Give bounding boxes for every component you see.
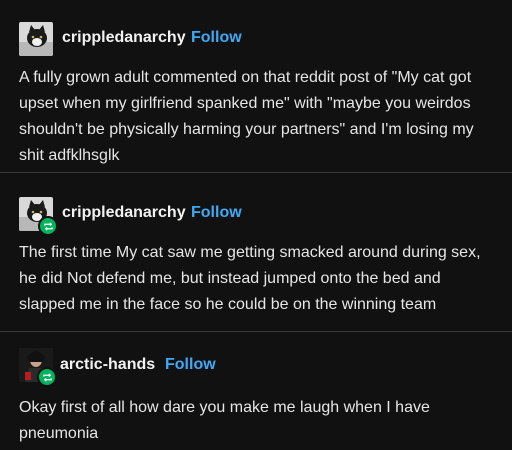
divider (0, 172, 512, 173)
divider (0, 331, 512, 332)
cat-avatar-icon (19, 22, 53, 56)
follow-button[interactable]: Follow (191, 29, 242, 47)
follow-button[interactable]: Follow (165, 356, 216, 374)
avatar[interactable] (19, 22, 53, 56)
author-name[interactable]: arctic-hands (60, 356, 155, 374)
follow-button[interactable]: Follow (191, 204, 242, 222)
author-name[interactable]: crippledanarchy (62, 29, 186, 47)
author-name[interactable]: crippledanarchy (62, 204, 186, 222)
post-text: Okay first of all how dare you make me l… (19, 399, 430, 442)
reblog-icon (37, 367, 57, 387)
reblog-icon (38, 216, 58, 236)
post-text: The first time My cat saw me getting sma… (19, 244, 481, 313)
post-text: A fully grown adult commented on that re… (19, 69, 474, 164)
